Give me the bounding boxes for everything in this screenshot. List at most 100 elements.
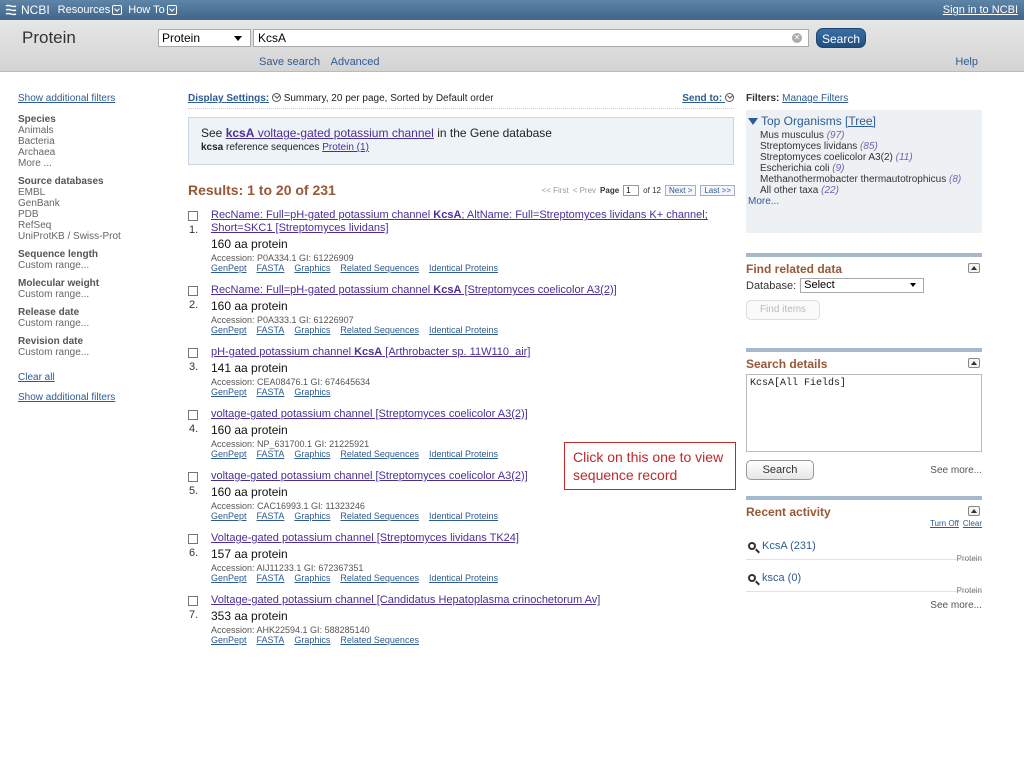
related-database-select[interactable]: Select bbox=[800, 278, 925, 293]
protein-ref-link[interactable]: Protein (1) bbox=[322, 142, 369, 153]
result-link[interactable]: GenPept bbox=[211, 263, 247, 273]
first-page-link[interactable]: << First bbox=[542, 186, 569, 195]
show-additional-filters-link[interactable]: Show additional filters bbox=[18, 392, 115, 403]
search-details-search-button[interactable]: Search bbox=[746, 460, 814, 480]
result-link[interactable]: Related Sequences bbox=[340, 325, 419, 335]
last-page-button[interactable]: Last >> bbox=[700, 185, 735, 196]
send-to-link[interactable]: Send to: bbox=[682, 93, 734, 104]
collapse-toggle-icon[interactable] bbox=[968, 263, 980, 273]
manage-filters-link[interactable]: Manage Filters bbox=[782, 93, 848, 104]
result-link[interactable]: Identical Proteins bbox=[429, 325, 498, 335]
result-link[interactable]: GenPept bbox=[211, 635, 247, 645]
result-link[interactable]: Identical Proteins bbox=[429, 263, 498, 273]
prev-page-link[interactable]: < Prev bbox=[573, 186, 596, 195]
result-link[interactable]: FASTA bbox=[257, 511, 285, 521]
result-link[interactable]: GenPept bbox=[211, 387, 247, 397]
top-organisms-header[interactable]: Top Organisms [Tree] bbox=[748, 114, 982, 128]
search-input[interactable]: KcsA ✕ bbox=[253, 29, 809, 47]
help-link[interactable]: Help bbox=[955, 56, 978, 68]
recent-activity-item[interactable]: ksca (0) Protein bbox=[746, 572, 982, 595]
chevron-down-icon[interactable] bbox=[271, 93, 281, 102]
filter-option[interactable]: Custom range... bbox=[18, 347, 168, 358]
see-more-link[interactable]: See more... bbox=[930, 465, 982, 476]
organism-item[interactable]: Methanothermobacter thermautotrophicus (… bbox=[748, 174, 982, 185]
organism-item[interactable]: Escherichia coli (9) bbox=[748, 163, 982, 174]
result-checkbox[interactable] bbox=[188, 596, 198, 606]
filter-option[interactable]: Custom range... bbox=[18, 318, 168, 329]
gene-link[interactable]: kcsA voltage-gated potassium channel bbox=[226, 126, 434, 140]
result-link[interactable]: Graphics bbox=[294, 325, 330, 335]
clear-search-icon[interactable]: ✕ bbox=[792, 33, 802, 43]
see-more-link[interactable]: See more... bbox=[746, 600, 982, 611]
result-link[interactable]: GenPept bbox=[211, 449, 247, 459]
search-details-textarea[interactable]: KcsA[All Fields] bbox=[746, 374, 982, 452]
result-link[interactable]: Related Sequences bbox=[340, 573, 419, 583]
sign-in-link[interactable]: Sign in to NCBI bbox=[943, 4, 1018, 16]
result-link[interactable]: FASTA bbox=[257, 263, 285, 273]
filter-option[interactable]: RefSeq bbox=[18, 220, 168, 231]
filter-option[interactable]: More ... bbox=[18, 158, 168, 169]
filter-option[interactable]: Bacteria bbox=[18, 136, 168, 147]
recent-activity-item[interactable]: KcsA (231) Protein bbox=[746, 540, 982, 563]
result-checkbox[interactable] bbox=[188, 348, 198, 358]
organism-item[interactable]: Streptomyces lividans (85) bbox=[748, 141, 982, 152]
result-title-link[interactable]: Voltage-gated potassium channel [Strepto… bbox=[211, 532, 734, 545]
result-link[interactable]: Related Sequences bbox=[340, 449, 419, 459]
organism-item[interactable]: All other taxa (22) bbox=[748, 185, 982, 196]
result-link[interactable]: FASTA bbox=[257, 449, 285, 459]
result-link[interactable]: Identical Proteins bbox=[429, 573, 498, 583]
result-checkbox[interactable] bbox=[188, 410, 198, 420]
filter-option[interactable]: PDB bbox=[18, 209, 168, 220]
result-link[interactable]: Related Sequences bbox=[340, 263, 419, 273]
result-link[interactable]: Related Sequences bbox=[340, 511, 419, 521]
find-items-button[interactable]: Find items bbox=[746, 300, 820, 320]
result-link[interactable]: Related Sequences bbox=[340, 635, 419, 645]
result-link[interactable]: Identical Proteins bbox=[429, 449, 498, 459]
result-link[interactable]: FASTA bbox=[257, 387, 285, 397]
result-link[interactable]: Identical Proteins bbox=[429, 511, 498, 521]
result-link[interactable]: FASTA bbox=[257, 573, 285, 583]
result-title-link[interactable]: RecName: Full=pH-gated potassium channel… bbox=[211, 284, 734, 297]
collapse-toggle-icon[interactable] bbox=[968, 358, 980, 368]
result-link[interactable]: Graphics bbox=[294, 387, 330, 397]
result-link[interactable]: FASTA bbox=[257, 325, 285, 335]
page-number-input[interactable]: 1 bbox=[623, 185, 640, 196]
result-link[interactable]: Graphics bbox=[294, 263, 330, 273]
display-settings-link[interactable]: Display Settings: bbox=[188, 93, 269, 104]
result-link[interactable]: GenPept bbox=[211, 511, 247, 521]
result-checkbox[interactable] bbox=[188, 472, 198, 482]
filter-option[interactable]: Animals bbox=[18, 125, 168, 136]
result-title-link[interactable]: Voltage-gated potassium channel [Candida… bbox=[211, 594, 734, 607]
result-link[interactable]: Graphics bbox=[294, 573, 330, 583]
clear-all-link[interactable]: Clear all bbox=[18, 372, 55, 383]
more-organisms-link[interactable]: More... bbox=[748, 196, 982, 207]
filter-option[interactable]: Custom range... bbox=[18, 260, 168, 271]
collapse-toggle-icon[interactable] bbox=[968, 506, 980, 516]
filter-option[interactable]: GenBank bbox=[18, 198, 168, 209]
filter-option[interactable]: Custom range... bbox=[18, 289, 168, 300]
result-link[interactable]: Graphics bbox=[294, 449, 330, 459]
result-link[interactable]: GenPept bbox=[211, 325, 247, 335]
database-select[interactable]: Protein bbox=[158, 29, 251, 47]
save-search-link[interactable]: Save search bbox=[259, 56, 320, 68]
resources-menu[interactable]: Resources bbox=[58, 4, 123, 16]
next-page-button[interactable]: Next > bbox=[664, 185, 697, 196]
advanced-search-link[interactable]: Advanced bbox=[331, 56, 380, 68]
show-additional-filters-link[interactable]: Show additional filters bbox=[18, 93, 115, 104]
ncbi-logo[interactable]: NCBI bbox=[4, 3, 50, 17]
filter-option[interactable]: Archaea bbox=[18, 147, 168, 158]
result-checkbox[interactable] bbox=[188, 534, 198, 544]
organism-item[interactable]: Mus musculus (97) bbox=[748, 130, 982, 141]
result-link[interactable]: FASTA bbox=[257, 635, 285, 645]
filter-option[interactable]: EMBL bbox=[18, 187, 168, 198]
result-checkbox[interactable] bbox=[188, 286, 198, 296]
search-button[interactable]: Search bbox=[816, 28, 866, 48]
organism-item[interactable]: Streptomyces coelicolor A3(2) (11) bbox=[748, 152, 982, 163]
result-link[interactable]: Graphics bbox=[294, 511, 330, 521]
result-link[interactable]: Graphics bbox=[294, 635, 330, 645]
how-to-menu[interactable]: How To bbox=[128, 4, 177, 16]
result-title-link[interactable]: voltage-gated potassium channel [Strepto… bbox=[211, 408, 734, 421]
result-checkbox[interactable] bbox=[188, 211, 198, 221]
result-title-link[interactable]: pH-gated potassium channel KcsA [Arthrob… bbox=[211, 346, 734, 359]
result-title-link[interactable]: RecName: Full=pH-gated potassium channel… bbox=[211, 209, 734, 235]
